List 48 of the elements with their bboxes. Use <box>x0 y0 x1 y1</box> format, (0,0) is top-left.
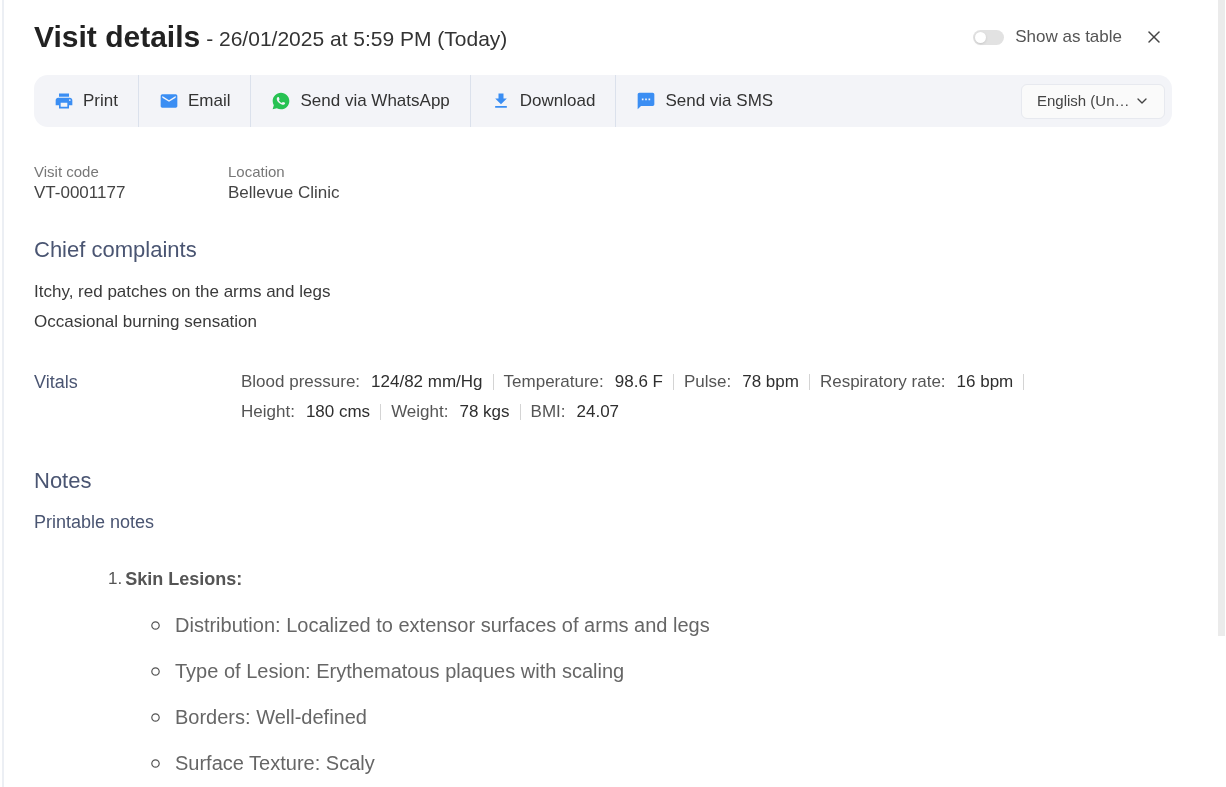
message-icon <box>636 91 657 111</box>
toolbar-button[interactable]: Send via SMS <box>616 75 794 127</box>
chat-phone-icon <box>271 91 292 111</box>
bullet-icon <box>151 666 160 676</box>
list-item-text: Surface Texture: Scaly <box>175 751 375 776</box>
toolbar-button[interactable]: Print <box>34 75 139 127</box>
envelope-icon <box>158 91 179 111</box>
list-number: 1. <box>108 568 123 591</box>
section-heading: Chief complaints <box>34 236 198 264</box>
vital-label: Weight: <box>391 401 449 424</box>
vital-label: Respiratory rate: <box>819 371 946 394</box>
vital-value: 24.07 <box>576 401 620 424</box>
toolbar-button[interactable]: Send via WhatsApp <box>251 75 471 127</box>
vital-label: Pulse: <box>683 371 732 394</box>
visit-date: - 26/01/2025 at 5:59 PM (Today) <box>206 25 508 52</box>
toolbar-button[interactable]: Download <box>470 75 617 127</box>
printer-icon <box>54 91 74 111</box>
vital-value: 78 bpm <box>742 371 799 394</box>
field-label: Location <box>228 162 286 182</box>
toolbar-button[interactable]: Email <box>138 75 252 127</box>
toggle-switch[interactable] <box>973 29 1005 45</box>
toggle-label: Show as table <box>1015 26 1122 49</box>
field-value: VT-0001177 <box>34 182 127 204</box>
vital-value: 124/82 mm/Hg <box>371 371 483 394</box>
bullet-icon <box>151 758 160 768</box>
complaint-text: Occasional burning sensation <box>34 311 259 333</box>
vital-value: 16 bpm <box>956 371 1014 394</box>
vital-value: 98.6 F <box>614 371 663 394</box>
complaint-text: Itchy, red patches on the arms and legs <box>34 281 332 303</box>
vital-value: 180 cms <box>305 401 371 424</box>
list-item-text: Borders: Well-defined <box>175 705 367 730</box>
vital-label: Temperature: <box>503 371 604 394</box>
language-select[interactable]: English (Un… <box>1021 83 1165 119</box>
list-item-text: Distribution: Localized to extensor surfaces of arms and legs <box>175 613 710 638</box>
vital-label: Blood pressure: <box>241 371 361 394</box>
bullet-icon <box>151 620 160 630</box>
section-label: Vitals <box>34 372 78 392</box>
field-value: Bellevue Clinic <box>228 182 340 204</box>
field-label: Visit code <box>34 162 100 182</box>
bullet-icon <box>151 712 160 722</box>
list-heading: Skin Lesions: <box>125 567 243 591</box>
list-item-text: Type of Lesion: Erythematous plaques with scaling <box>175 659 625 684</box>
page-title: Visit details <box>34 19 201 55</box>
vital-label: BMI: <box>530 401 566 424</box>
section-heading: Notes <box>34 467 93 495</box>
notes-subheading: Printable notes <box>34 511 156 534</box>
vital-value: 78 kgs <box>459 401 510 424</box>
vital-label: Height: <box>241 401 295 424</box>
